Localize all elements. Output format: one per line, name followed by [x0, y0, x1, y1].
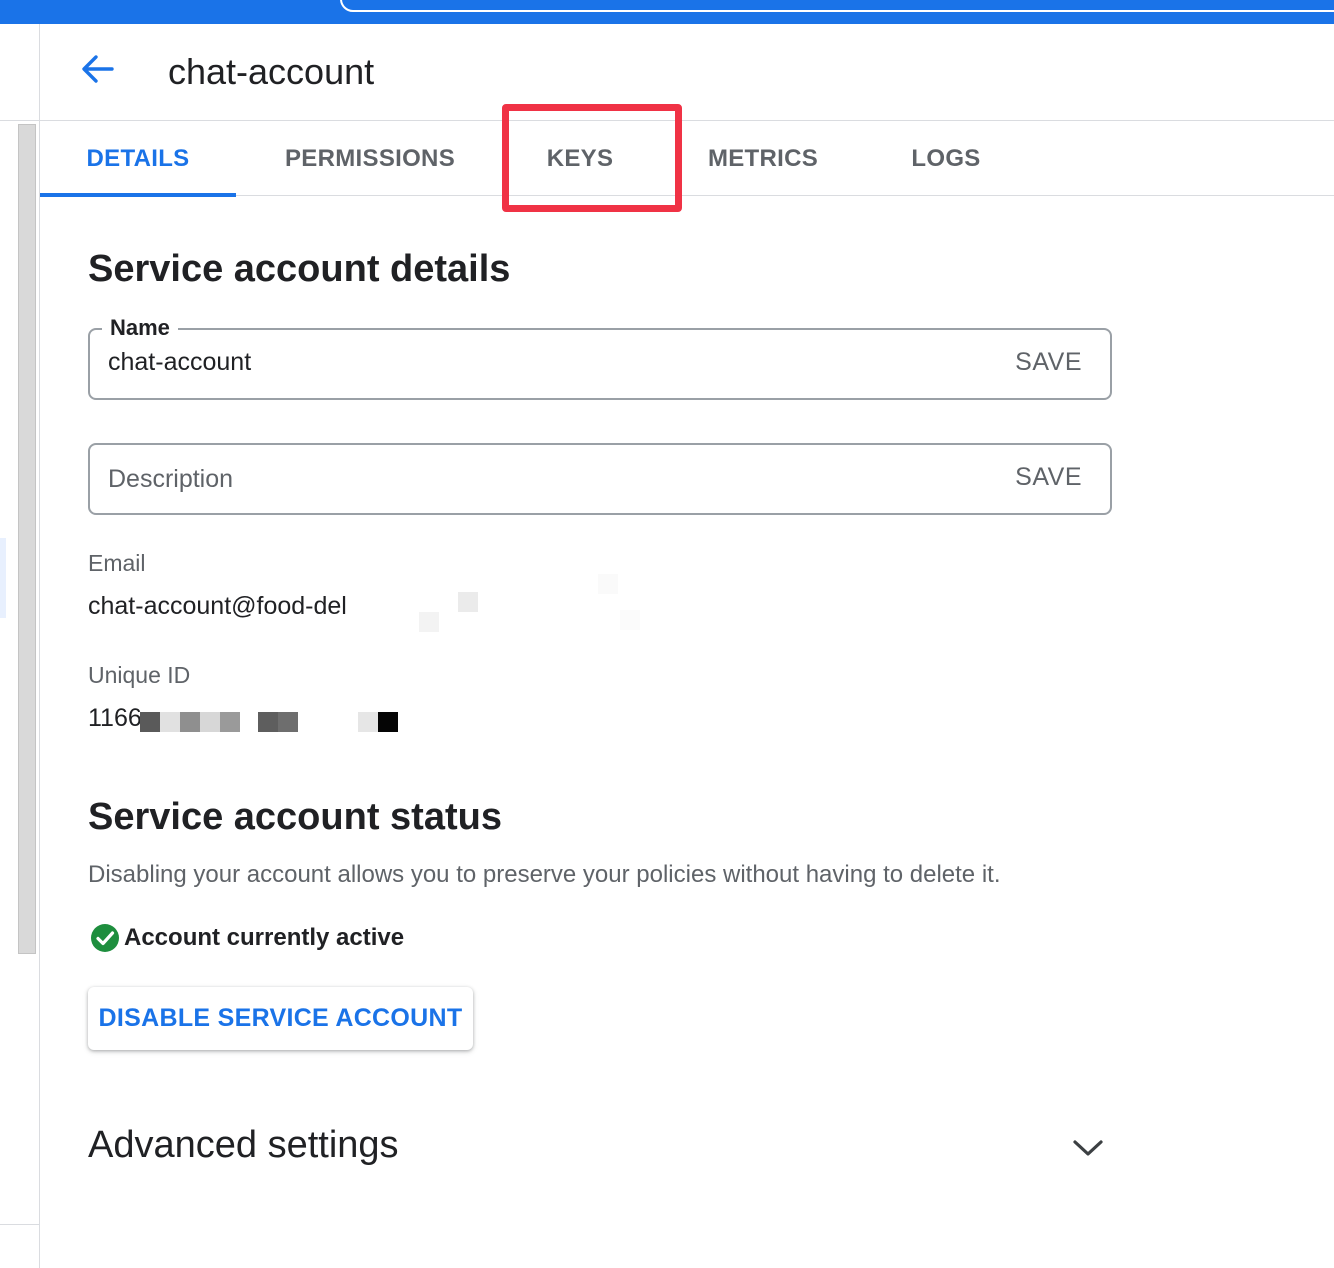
disable-service-account-button[interactable]: DISABLE SERVICE ACCOUNT: [88, 987, 473, 1050]
back-button[interactable]: [76, 48, 118, 90]
left-nav-rail: [0, 24, 40, 1268]
nav-rail-active-indicator: [0, 538, 6, 618]
name-save-button[interactable]: SAVE: [1015, 348, 1082, 377]
status-indicator: Account currently active: [90, 922, 404, 954]
tab-bar: DETAILS PERMISSIONS KEYS METRICS LOGS: [40, 122, 1334, 197]
redaction-block: [220, 712, 240, 732]
advanced-settings-expand-button[interactable]: [1068, 1128, 1108, 1168]
redaction-block: [180, 712, 200, 732]
page-title: chat-account: [168, 51, 375, 92]
redaction-block: [458, 592, 478, 612]
divider: [0, 120, 39, 121]
email-label: Email: [88, 550, 146, 576]
redaction-block: [160, 712, 180, 732]
redaction-block: [200, 712, 220, 732]
status-text: Account currently active: [124, 924, 405, 951]
email-value: chat-account@food-del: [88, 592, 347, 620]
tab-metrics[interactable]: METRICS: [688, 122, 838, 195]
divider: [0, 1224, 39, 1225]
tab-permissions[interactable]: PERMISSIONS: [270, 122, 470, 195]
status-description: Disabling your account allows you to pre…: [88, 861, 1001, 888]
page-header: chat-account: [40, 24, 1334, 121]
description-save-button[interactable]: SAVE: [1015, 463, 1082, 492]
search-bar[interactable]: [340, 0, 1334, 12]
tab-details[interactable]: DETAILS: [40, 122, 236, 197]
chevron-down-icon: [1073, 1140, 1103, 1156]
redaction-block: [419, 612, 439, 632]
section-title-status: Service account status: [88, 796, 502, 838]
check-circle-icon: [91, 924, 119, 952]
description-field[interactable]: Description SAVE: [88, 443, 1112, 515]
redaction-block: [620, 610, 640, 630]
redaction-block: [278, 712, 298, 732]
name-field[interactable]: Name SAVE: [88, 314, 1112, 400]
section-title-details: Service account details: [88, 248, 511, 290]
keys-tab-highlight: [502, 104, 682, 212]
redaction-block: [378, 712, 398, 732]
description-placeholder: Description: [108, 465, 234, 493]
redaction-block: [140, 712, 160, 732]
redaction-block: [598, 574, 618, 594]
redaction-block: [358, 712, 378, 732]
name-input[interactable]: [108, 348, 968, 377]
unique-id-value: 1166: [88, 704, 142, 732]
top-app-bar: [0, 0, 1334, 24]
tab-logs[interactable]: LOGS: [888, 122, 1004, 195]
unique-id-label: Unique ID: [88, 662, 191, 688]
name-field-label: Name: [102, 314, 178, 342]
section-title-advanced[interactable]: Advanced settings: [88, 1124, 399, 1167]
redaction-block: [258, 712, 278, 732]
scrollbar[interactable]: [18, 124, 36, 954]
arrow-back-icon: [82, 55, 114, 83]
